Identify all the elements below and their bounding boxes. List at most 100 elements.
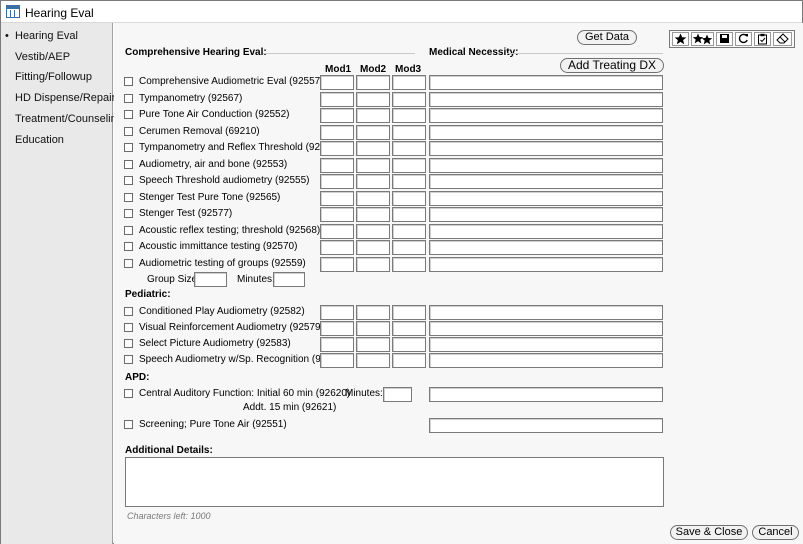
medical-necessity-field[interactable] [429, 141, 663, 156]
screening-checkbox[interactable] [124, 420, 133, 429]
medical-necessity-field[interactable] [429, 125, 663, 140]
procedure-checkbox[interactable] [124, 110, 133, 119]
procedure-checkbox[interactable] [124, 176, 133, 185]
mod3-field[interactable] [392, 125, 426, 140]
mod2-field[interactable] [356, 108, 390, 123]
cancel-button[interactable]: Cancel [752, 525, 799, 540]
medical-necessity-field[interactable] [429, 305, 663, 320]
procedure-checkbox[interactable] [124, 355, 133, 364]
procedure-checkbox[interactable] [124, 77, 133, 86]
procedure-checkbox[interactable] [124, 307, 133, 316]
mod2-field[interactable] [356, 158, 390, 173]
medical-necessity-field[interactable] [429, 158, 663, 173]
mod2-field[interactable] [356, 75, 390, 90]
procedure-checkbox[interactable] [124, 193, 133, 202]
medical-necessity-field[interactable] [429, 337, 663, 352]
mod3-field[interactable] [392, 75, 426, 90]
medical-necessity-field[interactable] [429, 257, 663, 272]
save-icon[interactable] [716, 32, 733, 46]
mod3-field[interactable] [392, 224, 426, 239]
procedure-checkbox[interactable] [124, 160, 133, 169]
mod1-field[interactable] [320, 305, 354, 320]
mod1-field[interactable] [320, 353, 354, 368]
sidebar-item-hearing-eval[interactable]: • Hearing Eval [5, 30, 78, 42]
procedure-checkbox[interactable] [124, 226, 133, 235]
mod3-field[interactable] [392, 337, 426, 352]
mod1-field[interactable] [320, 240, 354, 255]
medical-necessity-field[interactable] [429, 321, 663, 336]
mod2-field[interactable] [356, 353, 390, 368]
medical-necessity-field[interactable] [429, 92, 663, 107]
mod2-field[interactable] [356, 305, 390, 320]
sidebar-item-vestib-aep[interactable]: Vestib/AEP [15, 51, 70, 63]
mod1-field[interactable] [320, 207, 354, 222]
refresh-icon[interactable] [735, 32, 752, 46]
mod3-field[interactable] [392, 108, 426, 123]
group-size-field[interactable] [194, 272, 227, 287]
mod2-field[interactable] [356, 337, 390, 352]
star-icon[interactable] [672, 32, 689, 46]
mod1-field[interactable] [320, 141, 354, 156]
mod2-field[interactable] [356, 257, 390, 272]
mod1-field[interactable] [320, 108, 354, 123]
group-minutes-field[interactable] [273, 272, 305, 287]
double-star-icon[interactable] [691, 32, 714, 46]
medical-necessity-field[interactable] [429, 207, 663, 222]
mod2-field[interactable] [356, 207, 390, 222]
central-auditory-checkbox[interactable] [124, 389, 133, 398]
mod3-field[interactable] [392, 257, 426, 272]
medical-necessity-field[interactable] [429, 353, 663, 368]
medical-necessity-field[interactable] [429, 418, 663, 433]
add-treating-dx-button[interactable]: Add Treating DX [560, 58, 664, 73]
procedure-checkbox[interactable] [124, 209, 133, 218]
mod1-field[interactable] [320, 174, 354, 189]
mod2-field[interactable] [356, 224, 390, 239]
mod2-field[interactable] [356, 141, 390, 156]
mod2-field[interactable] [356, 125, 390, 140]
mod2-field[interactable] [356, 240, 390, 255]
mod1-field[interactable] [320, 125, 354, 140]
medical-necessity-field[interactable] [429, 174, 663, 189]
mod3-field[interactable] [392, 207, 426, 222]
procedure-checkbox[interactable] [124, 94, 133, 103]
save-close-button[interactable]: Save & Close [670, 525, 748, 540]
mod3-field[interactable] [392, 305, 426, 320]
procedure-checkbox[interactable] [124, 259, 133, 268]
mod3-field[interactable] [392, 240, 426, 255]
mod1-field[interactable] [320, 337, 354, 352]
mod1-field[interactable] [320, 92, 354, 107]
medical-necessity-field[interactable] [429, 224, 663, 239]
mod3-field[interactable] [392, 321, 426, 336]
additional-details-textarea[interactable] [125, 457, 664, 507]
mod1-field[interactable] [320, 257, 354, 272]
apd-minutes-field[interactable] [383, 387, 412, 402]
medical-necessity-field[interactable] [429, 75, 663, 90]
procedure-checkbox[interactable] [124, 143, 133, 152]
procedure-checkbox[interactable] [124, 339, 133, 348]
sidebar-item-education[interactable]: Education [15, 134, 64, 146]
mod2-field[interactable] [356, 191, 390, 206]
eraser-icon[interactable] [773, 32, 792, 46]
procedure-checkbox[interactable] [124, 127, 133, 136]
mod3-field[interactable] [392, 353, 426, 368]
mod1-field[interactable] [320, 191, 354, 206]
mod2-field[interactable] [356, 92, 390, 107]
procedure-checkbox[interactable] [124, 323, 133, 332]
medical-necessity-field[interactable] [429, 108, 663, 123]
mod1-field[interactable] [320, 75, 354, 90]
medical-necessity-field[interactable] [429, 387, 663, 402]
mod1-field[interactable] [320, 158, 354, 173]
mod2-field[interactable] [356, 174, 390, 189]
mod3-field[interactable] [392, 174, 426, 189]
sidebar-item-hd-dispense-repair[interactable]: HD Dispense/Repair [15, 92, 115, 104]
sidebar-item-fitting-followup[interactable]: Fitting/Followup [15, 71, 92, 83]
mod2-field[interactable] [356, 321, 390, 336]
sidebar-item-treatment-counseling[interactable]: Treatment/Counseling [15, 113, 123, 125]
mod3-field[interactable] [392, 141, 426, 156]
mod3-field[interactable] [392, 158, 426, 173]
medical-necessity-field[interactable] [429, 191, 663, 206]
mod1-field[interactable] [320, 224, 354, 239]
get-data-button[interactable]: Get Data [577, 30, 637, 45]
clipboard-icon[interactable] [754, 32, 771, 46]
procedure-checkbox[interactable] [124, 242, 133, 251]
